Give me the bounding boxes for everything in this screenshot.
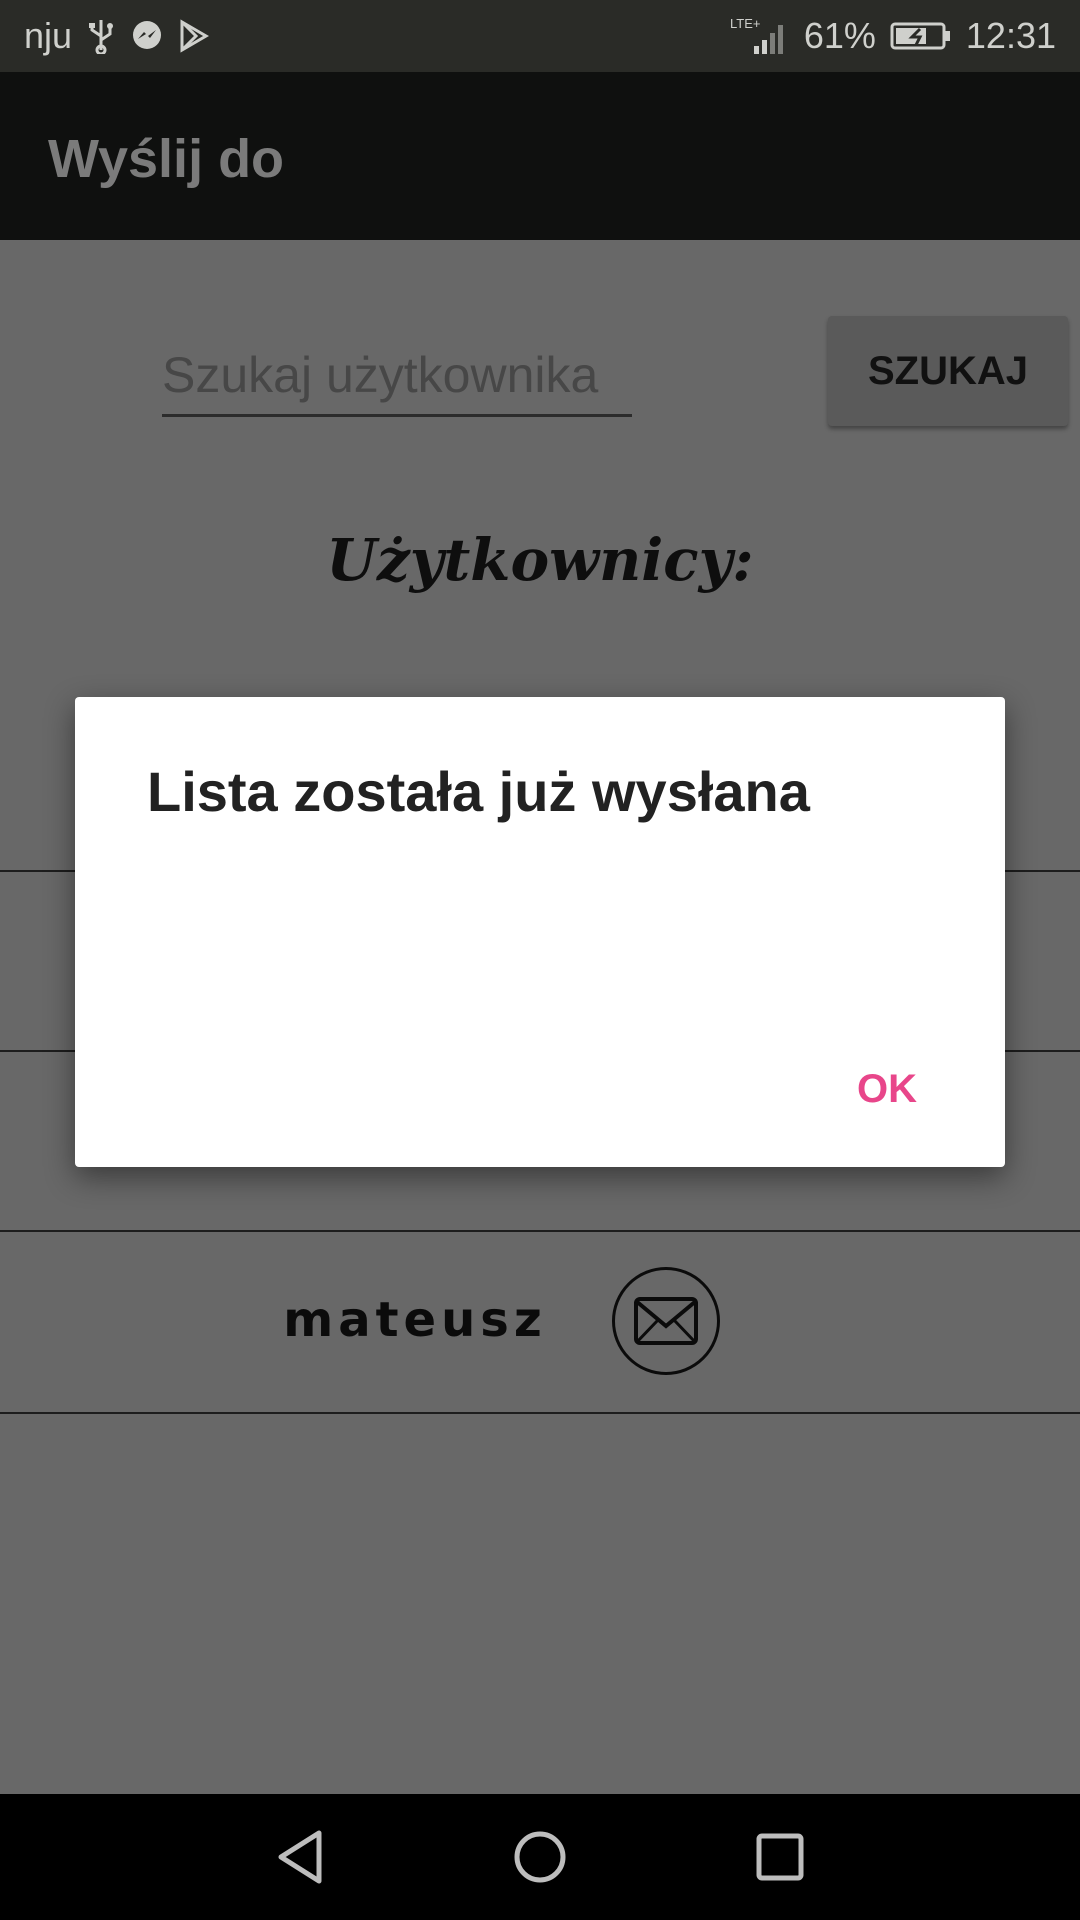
ok-button[interactable]: OK	[849, 1059, 925, 1120]
status-right: LTE+ 61% 12:31	[730, 0, 1056, 72]
alert-dialog: Lista została już wysłana OK	[75, 697, 1005, 1167]
battery-charging-icon	[890, 21, 952, 51]
signal-icon: LTE+	[730, 16, 790, 56]
users-heading: Użytkownicy:	[326, 526, 754, 594]
divider	[0, 1412, 1080, 1414]
envelope-icon	[634, 1297, 698, 1345]
app-bar: Wyślij do	[0, 72, 1080, 240]
search-input[interactable]	[162, 336, 632, 417]
usb-icon	[86, 18, 116, 54]
messenger-icon	[130, 19, 164, 53]
home-icon[interactable]	[510, 1827, 570, 1887]
carrier-label: nju	[24, 15, 73, 56]
user-name: mateusz	[283, 1292, 547, 1348]
status-left: nju	[24, 0, 210, 72]
battery-percent: 61%	[803, 15, 876, 56]
search-button[interactable]: SZUKAJ	[828, 316, 1068, 426]
send-envelope-button[interactable]	[612, 1267, 720, 1375]
network-type-label: LTE+	[730, 16, 760, 31]
dialog-title: Lista została już wysłana	[147, 760, 810, 823]
recents-icon[interactable]	[750, 1827, 810, 1887]
page-title: Wyślij do	[48, 129, 285, 189]
list-item[interactable]: mateusz	[0, 1232, 1080, 1412]
clock: 12:31	[965, 15, 1056, 56]
play-store-icon	[178, 19, 210, 53]
status-bar: nju LTE+ 61% 12:31	[0, 0, 1080, 72]
navigation-bar	[0, 1794, 1080, 1920]
back-icon[interactable]	[270, 1827, 330, 1887]
